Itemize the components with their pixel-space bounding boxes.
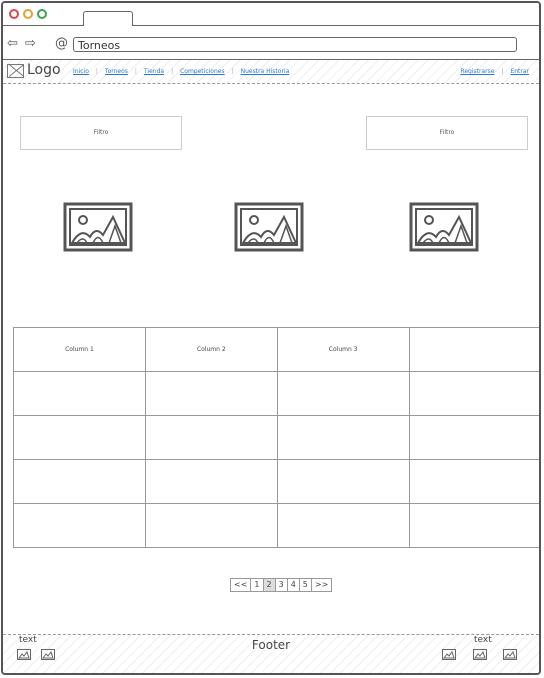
table-cell bbox=[276, 459, 410, 504]
filter-box-left[interactable]: Filtro bbox=[20, 116, 182, 150]
table-cell bbox=[408, 371, 539, 416]
reload-icon[interactable]: @ bbox=[55, 36, 68, 51]
pager-page-1[interactable]: 1 bbox=[251, 579, 264, 591]
menu-separator: | bbox=[171, 68, 174, 75]
data-table: Column 1 Column 2 Column 3 bbox=[13, 327, 539, 548]
minimize-window-button[interactable] bbox=[23, 9, 33, 19]
title-bar bbox=[3, 3, 539, 26]
pagination: << 1 2 3 4 5 >> bbox=[230, 578, 333, 592]
image-icon[interactable] bbox=[442, 649, 456, 660]
browser-tab[interactable] bbox=[83, 11, 133, 26]
url-input[interactable]: Torneos bbox=[73, 37, 517, 52]
logo-image-icon bbox=[7, 64, 24, 78]
table-row bbox=[13, 503, 539, 548]
pager-last[interactable]: >> bbox=[312, 579, 331, 591]
pager-page-3[interactable]: 3 bbox=[276, 579, 288, 591]
filter-box-right[interactable]: Filtro bbox=[366, 116, 528, 150]
close-window-button[interactable] bbox=[9, 9, 19, 19]
table-cell bbox=[13, 459, 146, 504]
image-placeholder-icon bbox=[234, 202, 304, 252]
forward-arrow-icon[interactable]: ⇨ bbox=[25, 37, 36, 50]
menu-item-tienda[interactable]: Tienda bbox=[144, 68, 164, 75]
table-cell bbox=[13, 371, 146, 416]
browser-window: ⇦ ⇨ @ Torneos Logo Inicio | Torneos | Tienda… bbox=[1, 1, 541, 675]
address-bar: ⇦ ⇨ @ Torneos bbox=[3, 26, 539, 60]
table-row bbox=[13, 415, 539, 460]
pager-page-4[interactable]: 4 bbox=[288, 579, 300, 591]
pager-first[interactable]: << bbox=[231, 579, 252, 591]
image-icon[interactable] bbox=[473, 649, 487, 660]
image-icon[interactable] bbox=[41, 649, 55, 660]
image-placeholder-icon bbox=[409, 202, 479, 252]
login-link[interactable]: Entrar bbox=[510, 68, 529, 75]
footer: text Footer text bbox=[3, 634, 539, 673]
column-header: Column 2 bbox=[144, 327, 278, 372]
table-cell bbox=[144, 459, 278, 504]
back-arrow-icon[interactable]: ⇦ bbox=[7, 37, 18, 50]
table-cell bbox=[13, 415, 146, 460]
table-row bbox=[13, 459, 539, 504]
pager-page-5[interactable]: 5 bbox=[300, 579, 312, 591]
menu-item-inicio[interactable]: Inicio bbox=[73, 68, 89, 75]
column-header: Column 1 bbox=[13, 327, 146, 372]
table-cell bbox=[408, 415, 539, 460]
table-row bbox=[13, 371, 539, 416]
maximize-window-button[interactable] bbox=[37, 9, 47, 19]
table-cell bbox=[276, 503, 410, 548]
column-header bbox=[408, 327, 539, 372]
menu-separator: | bbox=[501, 68, 504, 75]
table-cell bbox=[408, 459, 539, 504]
table-cell bbox=[144, 371, 278, 416]
table-cell bbox=[13, 503, 146, 548]
register-link[interactable]: Registrarse bbox=[460, 68, 494, 75]
table-cell bbox=[408, 503, 539, 548]
site-navbar: Logo Inicio | Torneos | Tienda | Competiciones… bbox=[3, 60, 539, 84]
table-cell bbox=[276, 415, 410, 460]
menu-separator: | bbox=[95, 68, 98, 75]
table-header-row: Column 1 Column 2 Column 3 bbox=[13, 327, 539, 372]
menu-item-torneos[interactable]: Torneos bbox=[105, 68, 128, 75]
column-header: Column 3 bbox=[276, 327, 410, 372]
main-menu: Inicio | Torneos | Tienda | Competiciones | Nues… bbox=[73, 68, 289, 75]
table-cell bbox=[276, 371, 410, 416]
footer-title: Footer bbox=[251, 638, 291, 652]
menu-item-competiciones[interactable]: Competiciones bbox=[180, 68, 224, 75]
table-cell bbox=[144, 503, 278, 548]
image-icon[interactable] bbox=[17, 649, 31, 660]
menu-separator: | bbox=[231, 68, 234, 75]
image-placeholder-icon bbox=[63, 202, 133, 252]
image-icon[interactable] bbox=[503, 649, 517, 660]
menu-separator: | bbox=[134, 68, 137, 75]
pager-page-2[interactable]: 2 bbox=[263, 579, 276, 591]
menu-item-nuestra-historia[interactable]: Nuestra Historia bbox=[241, 68, 290, 75]
footer-right-text: text bbox=[474, 635, 492, 645]
account-menu: Registrarse | Entrar bbox=[460, 68, 529, 75]
table-cell bbox=[144, 415, 278, 460]
logo-text: Logo bbox=[27, 62, 61, 78]
